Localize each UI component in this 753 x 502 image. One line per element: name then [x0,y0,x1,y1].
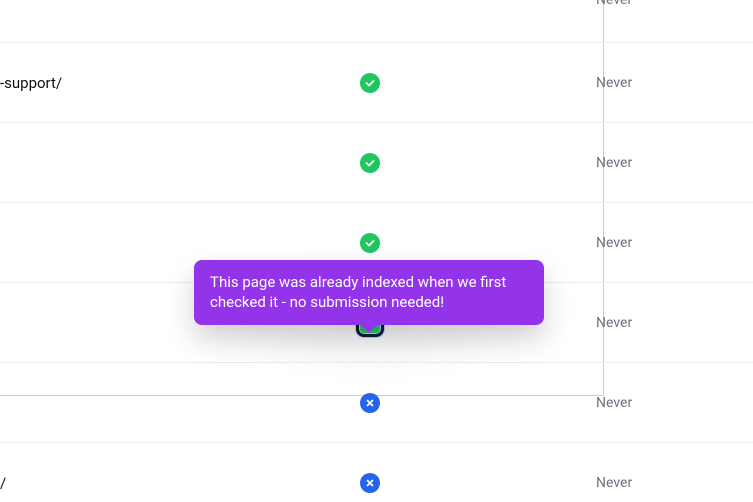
status-cell[interactable] [360,73,380,93]
schedule-label: Never [596,315,632,331]
check-circle-icon [360,233,380,253]
schedule-label: Never [596,395,632,411]
url-text: / [0,474,6,492]
schedule-label: Never [596,155,632,171]
check-circle-icon [360,73,380,93]
x-circle-icon [360,473,380,493]
check-circle-icon [360,153,380,173]
schedule-label: Never [596,75,632,91]
url-text: -support/ [0,74,62,92]
table-row [0,0,753,20]
table-row: / Never [0,442,753,502]
status-cell[interactable] [360,393,380,413]
x-circle-icon [360,393,380,413]
status-cell[interactable] [360,153,380,173]
table-row: Never [0,362,753,442]
tooltip-text: This page was already indexed when we fi… [210,273,506,311]
schedule-label: Never [596,475,632,491]
status-cell[interactable] [360,233,380,253]
table-row: Never [0,122,753,202]
schedule-label: Never [596,235,632,251]
tooltip: This page was already indexed when we fi… [194,260,544,325]
table-row: -support/ Never [0,42,753,122]
status-cell[interactable] [360,473,380,493]
